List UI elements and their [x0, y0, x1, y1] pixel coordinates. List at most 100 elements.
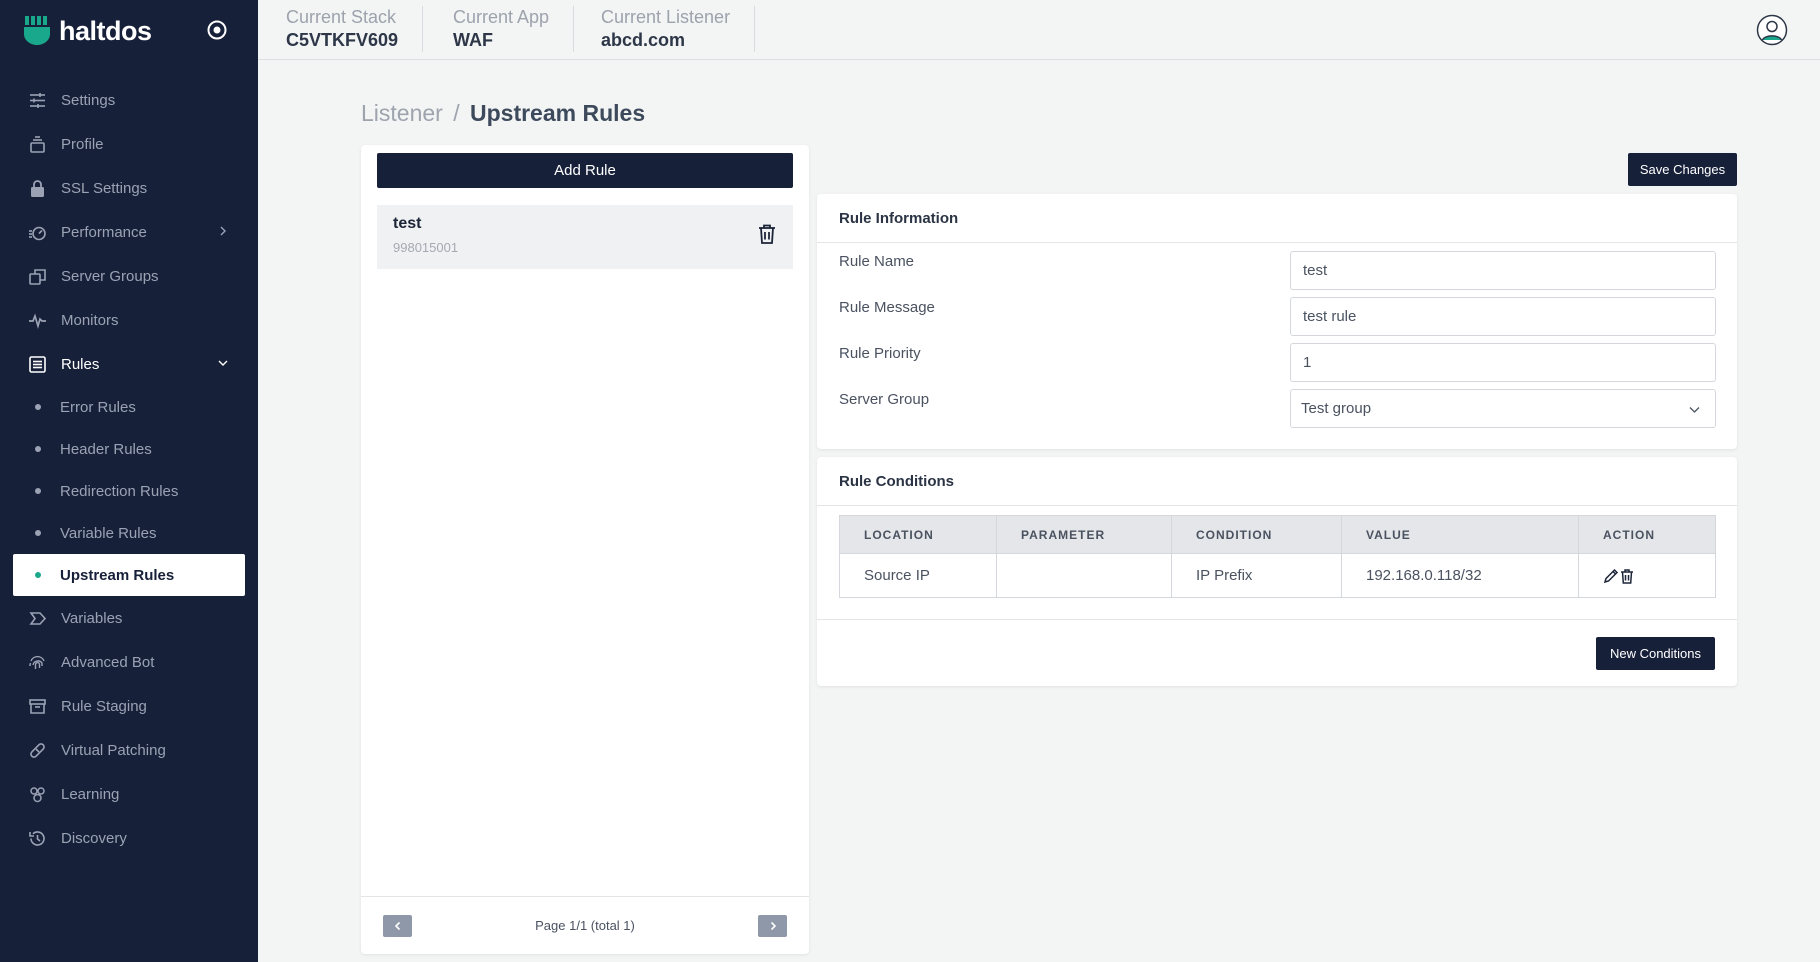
rule-information-title: Rule Information: [817, 194, 1737, 243]
current-app-value: WAF: [453, 30, 493, 50]
sidebar-item-label: Rule Staging: [61, 697, 147, 715]
sidebar-item-profile[interactable]: Profile: [0, 122, 258, 166]
bullet-dot: [35, 446, 41, 452]
cell-location: Source IP: [839, 553, 997, 598]
breadcrumb-separator: /: [453, 100, 460, 126]
user-avatar-icon[interactable]: [1756, 14, 1788, 46]
rule-message-input[interactable]: [1290, 297, 1716, 336]
brand-name: haltdos: [59, 15, 152, 46]
bullet-dot: [35, 488, 41, 494]
breadcrumb: Listener / Upstream Rules: [361, 100, 645, 126]
sidebar-subitem-variable-rules[interactable]: Variable Rules: [0, 512, 258, 554]
bandage-icon: [28, 741, 47, 760]
cell-condition: IP Prefix: [1171, 553, 1342, 598]
save-changes-button[interactable]: Save Changes: [1628, 153, 1737, 186]
rule-conditions-title: Rule Conditions: [817, 457, 1737, 506]
sidebar-item-label: Advanced Bot: [61, 653, 155, 671]
rule-message-label: Rule Message: [839, 299, 935, 316]
column-header: ACTION: [1578, 515, 1716, 554]
add-rule-button[interactable]: Add Rule: [377, 153, 793, 188]
rule-name-input[interactable]: [1290, 251, 1716, 290]
sidebar-item-label: Virtual Patching: [61, 741, 166, 759]
rule-priority-row: Rule Priority: [817, 343, 1737, 383]
sidebar-item-rule-staging[interactable]: Rule Staging: [0, 684, 258, 728]
divider: [817, 619, 1737, 620]
sidebar-item-performance[interactable]: Performance: [0, 210, 258, 254]
rule-priority-input[interactable]: [1290, 343, 1716, 382]
current-listener-label: Current Listener: [601, 7, 731, 27]
sidebar-item-virtual-patching[interactable]: Virtual Patching: [0, 728, 258, 772]
sidebar-item-label: SSL Settings: [61, 179, 148, 197]
sidebar-item-label: Monitors: [61, 311, 119, 329]
cell-value: 192.168.0.118/32: [1341, 553, 1579, 598]
current-stack-value: C5VTKFV609: [286, 30, 399, 50]
sidebar: haltdos Settings Profile SSL Settings Pe…: [0, 0, 258, 962]
server-groups-icon: [28, 267, 47, 286]
rule-priority-label: Rule Priority: [839, 345, 921, 362]
sidebar-item-learning[interactable]: Learning: [0, 772, 258, 816]
sidebar-subitem-upstream-rules[interactable]: Upstream Rules: [13, 554, 245, 596]
sidebar-item-label: Settings: [61, 91, 116, 109]
sidebar-item-settings[interactable]: Settings: [0, 78, 258, 122]
next-page-button[interactable]: [758, 915, 787, 937]
sidebar-item-server-groups[interactable]: Server Groups: [0, 254, 258, 298]
target-icon[interactable]: [206, 19, 228, 41]
rules-list-panel: Add Rule test 998015001 Page 1/1 (total …: [361, 145, 809, 954]
sidebar-item-label: Discovery: [61, 829, 127, 847]
current-listener-value: abcd.com: [601, 30, 686, 50]
rule-conditions-card: Rule Conditions LOCATION PARAMETER CONDI…: [817, 457, 1737, 686]
sidebar-item-monitors[interactable]: Monitors: [0, 298, 258, 342]
current-listener[interactable]: Current Listener abcd.com: [573, 6, 756, 52]
current-app[interactable]: Current App WAF: [425, 6, 575, 52]
pencil-icon[interactable]: [1603, 568, 1619, 584]
rule-name-row: Rule Name: [817, 251, 1737, 291]
bullet-dot: [35, 404, 41, 410]
sidebar-subitem-label: Upstream Rules: [60, 566, 175, 584]
trash-icon[interactable]: [1619, 568, 1635, 584]
column-header: PARAMETER: [996, 515, 1172, 554]
sidebar-item-label: Server Groups: [61, 267, 159, 285]
pulse-icon: [28, 311, 47, 330]
server-group-row: Server Group Test group: [817, 389, 1737, 429]
learning-icon: [28, 785, 47, 804]
sidebar-subitem-error-rules[interactable]: Error Rules: [0, 386, 258, 428]
column-header: CONDITION: [1171, 515, 1342, 554]
rule-list-item[interactable]: test 998015001: [377, 205, 793, 269]
sidebar-subitem-label: Variable Rules: [60, 524, 157, 542]
sidebar-item-rules[interactable]: Rules: [0, 342, 258, 386]
lock-icon: [28, 179, 47, 198]
server-group-select[interactable]: Test group: [1290, 389, 1716, 428]
sidebar-subitem-redirection-rules[interactable]: Redirection Rules: [0, 470, 258, 512]
sidebar-item-advanced-bot[interactable]: Advanced Bot: [0, 640, 258, 684]
rule-item-name: test: [393, 215, 422, 232]
brand[interactable]: haltdos: [23, 14, 152, 48]
server-group-label: Server Group: [839, 391, 930, 408]
haltdos-logo-icon: [24, 16, 50, 45]
cell-action: [1578, 553, 1716, 598]
sidebar-item-label: Profile: [61, 135, 104, 153]
pagination-info: Page 1/1 (total 1): [535, 918, 635, 933]
rule-information-card: Rule Information Rule Name Rule Message …: [817, 194, 1737, 449]
chevron-down-icon: [1689, 407, 1700, 413]
sidebar-subitem-label: Header Rules: [60, 440, 152, 458]
list-icon: [28, 355, 47, 374]
sidebar-subitem-header-rules[interactable]: Header Rules: [0, 428, 258, 470]
top-bar: Current Stack C5VTKFV609 Current App WAF…: [258, 0, 1820, 60]
table-header-row: LOCATION PARAMETER CONDITION VALUE ACTIO…: [839, 515, 1716, 554]
tag-icon: [28, 609, 47, 628]
profile-stack-icon: [28, 135, 47, 154]
trash-icon[interactable]: [757, 223, 777, 245]
history-icon: [28, 829, 47, 848]
sidebar-item-ssl-settings[interactable]: SSL Settings: [0, 166, 258, 210]
sidebar-item-discovery[interactable]: Discovery: [0, 816, 258, 860]
new-conditions-button[interactable]: New Conditions: [1596, 637, 1715, 670]
chevron-down-icon: [218, 360, 228, 366]
archive-icon: [28, 697, 47, 716]
current-stack[interactable]: Current Stack C5VTKFV609: [258, 6, 424, 52]
bullet-dot: [35, 530, 41, 536]
breadcrumb-parent[interactable]: Listener: [361, 100, 443, 126]
sidebar-item-label: Variables: [61, 609, 123, 627]
rule-message-row: Rule Message: [817, 297, 1737, 337]
sidebar-item-variables[interactable]: Variables: [0, 596, 258, 640]
column-header: LOCATION: [839, 515, 997, 554]
